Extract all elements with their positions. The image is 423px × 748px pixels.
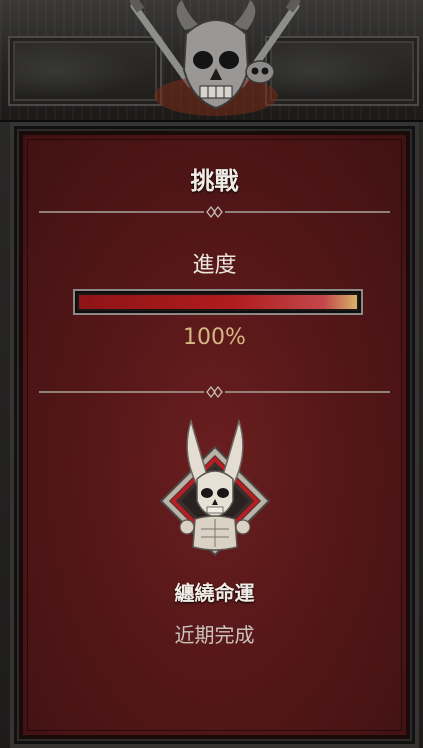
challenge-window: 挑戰 進度 100% 纏繞命運 近期完成 [0, 0, 423, 748]
reward-name: 纏繞命運 [174, 581, 255, 605]
challenge-panel: 挑戰 進度 100% 纏繞命運 近期完成 [14, 126, 415, 744]
progress-bar-fill [79, 295, 357, 309]
title-divider [39, 205, 390, 219]
skull-crossed-swords-icon [130, 0, 300, 116]
horned-skull-emblem-icon[interactable] [157, 419, 273, 559]
panel-title: 挑戰 [190, 166, 239, 195]
ornate-header [0, 0, 423, 122]
reward-status: 近期完成 [174, 623, 255, 647]
section-divider [39, 385, 390, 399]
progress-value: 100% [183, 325, 246, 350]
progress-label: 進度 [192, 253, 237, 278]
progress-bar [73, 289, 363, 315]
